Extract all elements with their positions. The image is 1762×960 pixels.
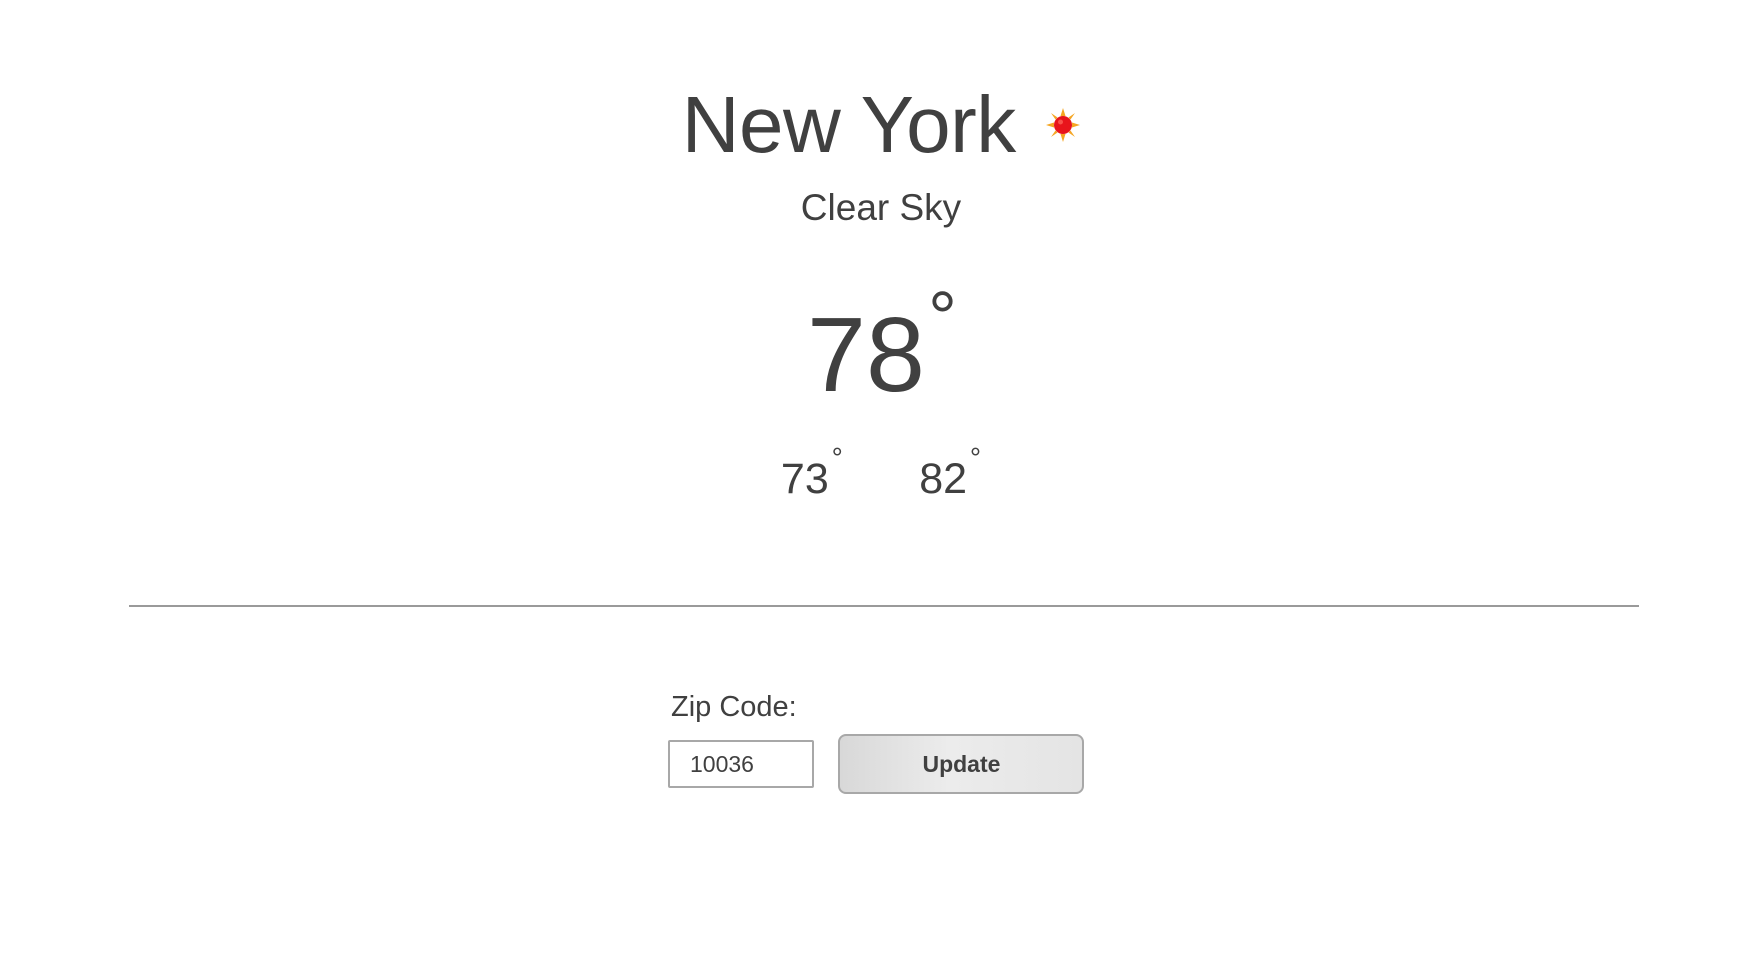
update-button[interactable]: Update (838, 734, 1085, 794)
high-temperature: 82 ° (919, 444, 981, 506)
city-name: New York (681, 80, 1016, 169)
current-temperature-row: 78 ° (0, 282, 1762, 414)
divider (129, 605, 1639, 607)
zip-code-controls: Update (668, 734, 1085, 794)
high-temperature-value: 82 (919, 455, 968, 503)
weather-condition: Clear Sky (800, 187, 962, 228)
degree-symbol: ° (928, 278, 957, 358)
low-temperature-value: 73 (780, 455, 829, 503)
current-temperature: 78 ° (807, 282, 957, 414)
zip-code-label: Zip Code: (671, 691, 797, 723)
current-temperature-value: 78 (807, 296, 925, 414)
sun-icon (1046, 108, 1081, 142)
zip-code-form: Zip Code: Update (668, 690, 1085, 794)
degree-symbol: ° (969, 442, 982, 473)
degree-symbol: ° (831, 442, 843, 473)
weather-page: New York Clear Sky 78 ° 73 ° 82 ° Zip Co… (0, 0, 1762, 960)
zip-code-input[interactable] (668, 740, 814, 788)
low-temperature: 73 ° (780, 444, 843, 506)
temperature-range: 73 ° 82 ° (0, 444, 1762, 506)
city-header: New York (0, 80, 1762, 170)
